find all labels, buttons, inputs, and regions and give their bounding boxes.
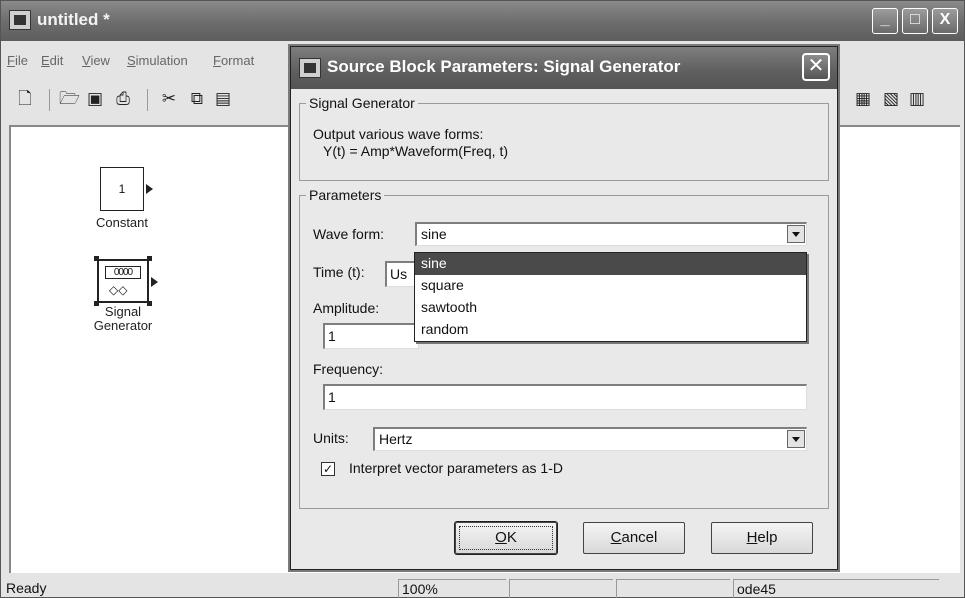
dropdown-option-square[interactable]: square: [415, 275, 806, 297]
status-field-empty: [616, 579, 730, 598]
chevron-down-icon[interactable]: [787, 225, 805, 243]
ok-button[interactable]: OK: [455, 522, 557, 554]
dropdown-option-sawtooth[interactable]: sawtooth: [415, 297, 806, 319]
window-title: untitled *: [37, 10, 110, 29]
signal-generator-label[interactable]: Signal Generator: [71, 305, 175, 333]
paste-icon[interactable]: ▤: [213, 89, 233, 109]
new-icon[interactable]: 🗋: [15, 89, 35, 109]
block-description-line2: Y(t) = Amp*Waveform(Freq, t): [323, 143, 509, 159]
dialog-close-button[interactable]: ✕: [802, 53, 830, 81]
frequency-field[interactable]: 1: [323, 384, 807, 410]
constant-block-label[interactable]: Constant: [79, 215, 165, 230]
constant-block[interactable]: 1: [100, 167, 144, 211]
zoom-level: 100%: [398, 579, 506, 598]
dialog-title-bar[interactable]: Source Block Parameters: Signal Generato…: [291, 47, 837, 89]
status-bar: Ready 100% ode45: [1, 577, 964, 598]
signal-generator-block[interactable]: 0000 ◇◇: [97, 259, 149, 303]
menu-simulation[interactable]: Simulation: [127, 53, 188, 68]
block-description-group: Signal Generator Output various wave for…: [299, 95, 829, 181]
model-explorer-icon[interactable]: ▧: [881, 89, 901, 109]
frequency-label: Frequency:: [313, 361, 384, 377]
time-label: Time (t):: [313, 264, 365, 280]
status-text: Ready: [6, 580, 47, 596]
simulink-app-icon: [9, 10, 31, 30]
save-icon[interactable]: ▣: [85, 89, 105, 109]
chevron-down-icon[interactable]: [787, 430, 805, 448]
properties-icon[interactable]: ▥: [907, 89, 927, 109]
dialog-title: Source Block Parameters: Signal Generato…: [327, 57, 681, 76]
open-icon[interactable]: 🗁: [59, 89, 80, 109]
maximize-button[interactable]: □: [902, 8, 928, 34]
wave-form-value: sine: [421, 226, 447, 242]
block-description-legend: Signal Generator: [306, 95, 418, 111]
status-field-empty: [509, 579, 613, 598]
output-port-icon[interactable]: [151, 277, 158, 287]
menu-edit[interactable]: Edit: [41, 53, 63, 68]
units-select[interactable]: Hertz: [373, 427, 807, 451]
wave-form-dropdown-list: sine square sawtooth random: [414, 252, 807, 342]
amplitude-field[interactable]: 1: [323, 323, 419, 349]
copy-icon[interactable]: ⧉: [187, 89, 207, 109]
selection-handle[interactable]: [94, 256, 99, 261]
units-label: Units:: [313, 430, 349, 446]
block-description-line1: Output various wave forms:: [313, 126, 484, 142]
print-icon[interactable]: ⎙: [113, 89, 133, 109]
wave-form-select[interactable]: sine: [415, 222, 807, 246]
signal-symbol-icon: ◇◇: [109, 283, 128, 297]
menu-format[interactable]: Format: [213, 53, 254, 68]
interpret-vector-checkbox[interactable]: ✓: [321, 462, 335, 476]
cancel-button[interactable]: Cancel: [583, 522, 685, 554]
toolbar-separator: [147, 89, 148, 111]
dropdown-option-sine[interactable]: sine: [415, 253, 806, 275]
units-value: Hertz: [379, 431, 413, 447]
minimize-button[interactable]: _: [872, 8, 898, 34]
signal-generator-label-line2: Generator: [93, 318, 153, 333]
waveform-icon: 0000: [105, 266, 141, 279]
library-icon[interactable]: ▦: [853, 89, 873, 109]
close-button[interactable]: X: [932, 8, 958, 34]
signal-generator-label-line1: Signal: [104, 304, 142, 319]
parameters-legend: Parameters: [306, 187, 385, 203]
amplitude-label: Amplitude:: [313, 300, 380, 316]
wave-form-label: Wave form:: [313, 226, 385, 242]
simulink-app-icon: [299, 58, 321, 78]
help-button[interactable]: Help: [711, 522, 813, 554]
solver-name: ode45: [733, 579, 939, 598]
toolbar-separator: [49, 89, 50, 111]
selection-handle[interactable]: [147, 256, 152, 261]
output-port-icon[interactable]: [146, 184, 153, 194]
menu-view[interactable]: View: [82, 53, 110, 68]
interpret-vector-label[interactable]: Interpret vector parameters as 1-D: [349, 460, 563, 476]
menu-file[interactable]: File: [7, 53, 28, 68]
cut-icon[interactable]: ✂: [159, 89, 179, 109]
dropdown-option-random[interactable]: random: [415, 319, 806, 341]
title-bar[interactable]: untitled * _ □ X: [1, 1, 964, 41]
